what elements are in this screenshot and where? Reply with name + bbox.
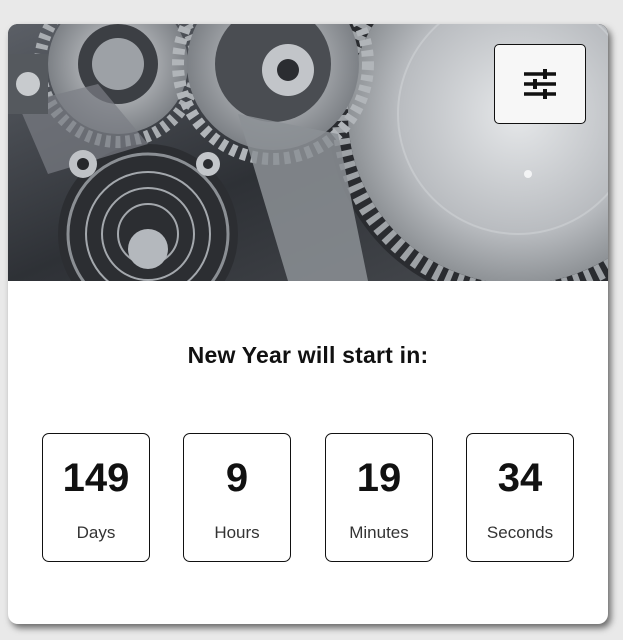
seconds-label: Seconds xyxy=(486,523,554,542)
settings-button[interactable] xyxy=(494,44,586,124)
sliders-icon xyxy=(522,68,558,100)
minutes-box: 19 Minutes xyxy=(325,433,433,562)
countdown-card: New Year will start in: 149 Days 9 Hours… xyxy=(8,24,608,624)
hours-label: Hours xyxy=(214,523,260,542)
minutes-label: Minutes xyxy=(349,523,409,542)
hours-box: 9 Hours xyxy=(183,433,291,562)
seconds-value: 34 xyxy=(497,456,543,500)
hours-value: 9 xyxy=(225,456,249,500)
countdown-title: New Year will start in: xyxy=(187,342,429,368)
days-label: Days xyxy=(76,523,116,542)
days-value: 149 xyxy=(62,456,130,500)
minutes-value: 19 xyxy=(356,456,402,500)
days-box: 149 Days xyxy=(42,433,150,562)
clockwork-gears-image xyxy=(8,24,608,281)
seconds-box: 34 Seconds xyxy=(466,433,574,562)
